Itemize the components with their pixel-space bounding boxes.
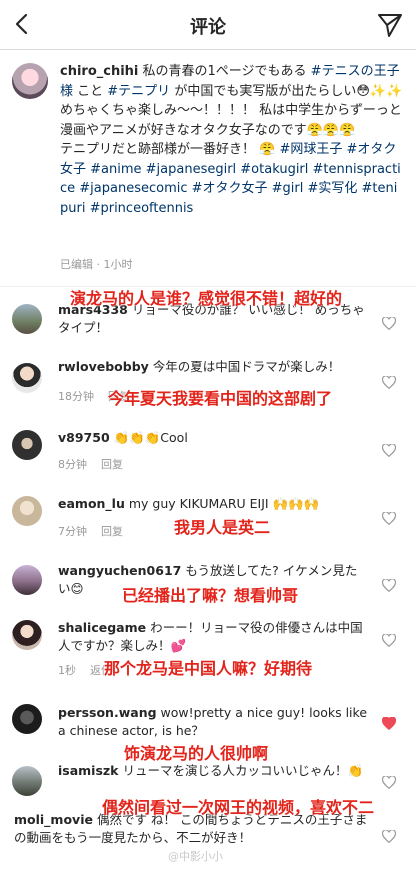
caption-part: が中国でも実写版が出たらしい😳✨✨ (170, 83, 403, 99)
translation-overlay: 那个龙马是中国人嘛？好期待 (104, 659, 313, 678)
comment-time: 18分钟 (58, 390, 94, 403)
watermark: @中影小小 (168, 850, 223, 863)
caption-text: chiro_chihi 私の青春の1ページでもある #テニスの王子様 こと #テ… (60, 62, 405, 218)
translation-overlay: 今年夏天我要看中国的这部剧了 (108, 389, 333, 408)
heart-icon[interactable] (382, 444, 396, 457)
comment-username[interactable]: moli_movie (14, 812, 93, 827)
heart-icon[interactable] (382, 776, 396, 789)
caption-part: 私の青春の1ページでもある (138, 64, 311, 79)
comment-text: v89750 👏👏👏Cool (58, 429, 368, 447)
comment-body: リューマを演じる人カッコいいじゃん！👏 (118, 763, 364, 778)
avatar[interactable] (12, 363, 42, 393)
avatar[interactable] (12, 304, 42, 334)
comment-time: 8分钟 (58, 458, 87, 471)
header: 评论 (0, 0, 416, 50)
page-title: 评论 (190, 17, 226, 38)
caption-username[interactable]: chiro_chihi (60, 64, 138, 79)
translation-overlay: 演龙马的人是谁？感觉很不错！超好的 (70, 289, 343, 308)
comment-username[interactable]: eamon_lu (58, 496, 125, 511)
avatar[interactable] (12, 496, 42, 526)
comment-username[interactable]: v89750 (58, 430, 110, 445)
comment-text: persson.wang wow!pretty a nice guy! look… (58, 704, 368, 740)
heart-icon[interactable] (382, 317, 396, 330)
caption-meta: 已编辑 · 1小时 (60, 258, 133, 271)
reply-button[interactable]: 回复 (101, 458, 123, 471)
comment-username[interactable]: persson.wang (58, 705, 157, 720)
avatar[interactable] (12, 766, 42, 796)
comment-item: v89750 👏👏👏Cool 8分钟 回复 (0, 421, 416, 483)
translation-overlay: 偶然间看过一次网王的视频，喜欢不二 (102, 798, 375, 817)
comment-text: shalicegame わーー！リョーマ役の俳優さんは中国人ですか？楽しみ！💕 (58, 619, 368, 655)
heart-icon[interactable] (382, 376, 396, 389)
avatar[interactable] (12, 620, 42, 650)
hashtag[interactable]: #テニプリ (107, 84, 170, 99)
comment-body: my guy KIKUMARU EIJI 🙌🙌🙌 (124, 496, 320, 511)
comment-body: 👏👏👏Cool (109, 430, 188, 445)
post-caption: chiro_chihi 私の青春の1ページでもある #テニスの王子様 こと #テ… (0, 51, 416, 285)
comment-meta: 8分钟 回复 (58, 456, 137, 472)
comment-username[interactable]: rwlovebobby (58, 359, 149, 374)
heart-icon[interactable] (382, 579, 396, 592)
avatar[interactable] (12, 704, 42, 734)
comment-text: rwlovebobby 今年の夏は中国ドラマが楽しみ！ (58, 358, 368, 376)
comment-time: 7分钟 (58, 525, 87, 538)
heart-icon[interactable] (382, 717, 396, 730)
comment-username[interactable]: wangyuchen0617 (58, 563, 181, 578)
translation-overlay: 饰演龙马的人很帅啊 (124, 744, 269, 763)
send-icon[interactable] (376, 11, 404, 39)
comment-text: eamon_lu my guy KIKUMARU EIJI 🙌🙌🙌 (58, 495, 368, 513)
heart-icon[interactable] (382, 830, 396, 843)
comment-time: 1秒 (58, 664, 76, 677)
heart-icon[interactable] (382, 634, 396, 647)
comment-meta: 7分钟 回复 (58, 523, 137, 539)
avatar[interactable] (12, 565, 42, 595)
caption-part: こと (73, 83, 108, 99)
comment-text: isamiszk リューマを演じる人カッコいいじゃん！👏 (58, 762, 368, 780)
translation-overlay: 已经播出了嘛？想看帅哥 (122, 586, 299, 605)
comment-body: 今年の夏は中国ドラマが楽しみ！ (148, 359, 341, 374)
avatar[interactable] (12, 63, 48, 99)
reply-button[interactable]: 回复 (101, 525, 123, 538)
comment-username[interactable]: isamiszk (58, 763, 119, 778)
comment-username[interactable]: shalicegame (58, 620, 146, 635)
translation-overlay: 我男人是英二 (174, 518, 271, 537)
avatar[interactable] (12, 430, 42, 460)
heart-icon[interactable] (382, 512, 396, 525)
